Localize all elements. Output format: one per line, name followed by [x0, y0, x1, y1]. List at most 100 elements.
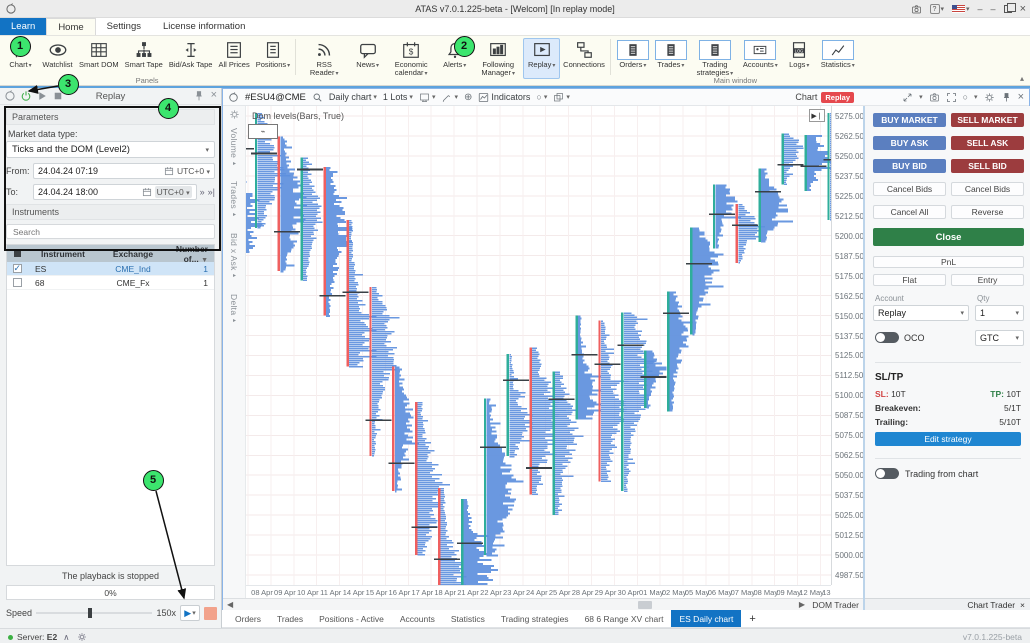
- ribbon-button[interactable]: All Prices: [215, 38, 252, 79]
- ribbon-button[interactable]: Statistics▾: [818, 38, 858, 79]
- sell-bid-button[interactable]: SELL BID: [951, 159, 1024, 173]
- circle-icon[interactable]: ○: [963, 92, 968, 102]
- entry-button[interactable]: Entry: [951, 274, 1024, 286]
- color-scheme-select[interactable]: ○▾: [536, 92, 547, 102]
- ribbon-button[interactable]: Orders▾: [614, 38, 652, 79]
- chevron-down-icon[interactable]: ▾: [919, 93, 923, 101]
- chevron-down-icon[interactable]: ▾: [974, 93, 978, 101]
- gear-icon[interactable]: [77, 632, 87, 642]
- ribbon-button[interactable]: Trading strategies▾: [690, 38, 740, 79]
- screenshot-icon[interactable]: [929, 92, 940, 103]
- ribbon-button[interactable]: Accounts▾: [740, 38, 781, 79]
- flat-button[interactable]: Flat: [873, 274, 946, 286]
- language-menu[interactable]: ▾: [952, 5, 970, 13]
- close-button[interactable]: ×: [1020, 3, 1026, 15]
- restore-button[interactable]: [1004, 5, 1012, 13]
- ribbon-button[interactable]: Watchlist: [39, 38, 76, 79]
- price-axis[interactable]: 5275.005262.505250.005237.505225.005212.…: [831, 106, 863, 585]
- minimize-button[interactable]: –: [991, 4, 996, 14]
- speed-slider-handle[interactable]: [88, 608, 92, 618]
- collapse-ribbon-chevron-icon[interactable]: ▴: [1020, 74, 1024, 83]
- bottom-tab[interactable]: 68 6 Range XV chart: [577, 610, 672, 627]
- study-label[interactable]: Dom levels(Bars, True): [252, 111, 344, 121]
- row-checkbox[interactable]: [13, 264, 22, 273]
- tif-select[interactable]: GTC▾: [975, 330, 1024, 346]
- gear-icon[interactable]: [229, 109, 240, 120]
- ribbon-button[interactable]: Smart DOM: [76, 38, 122, 79]
- help-menu[interactable]: ?▾: [930, 4, 945, 14]
- ribbon-button[interactable]: Logs▾: [781, 38, 818, 79]
- buy-bid-button[interactable]: BUY BID: [873, 159, 946, 173]
- cancel-all-button[interactable]: Cancel All: [873, 205, 946, 219]
- collapse-ribbon-button[interactable]: –: [978, 4, 983, 14]
- lots-select[interactable]: 1 Lots▾: [383, 92, 413, 102]
- close-tab-icon[interactable]: ×: [1020, 600, 1025, 610]
- buy-market-button[interactable]: BUY MARKET: [873, 113, 946, 127]
- chart-canvas[interactable]: Dom levels(Bars, True) ⌁ ▶❘: [246, 106, 831, 585]
- dom-trader-label[interactable]: DOM Trader: [812, 600, 859, 610]
- gear-icon[interactable]: [984, 92, 995, 103]
- bottom-tab[interactable]: Positions - Active: [311, 610, 392, 627]
- stop-icon[interactable]: [52, 90, 64, 102]
- play-icon[interactable]: [36, 90, 48, 102]
- edit-strategy-button[interactable]: Edit strategy: [875, 432, 1021, 446]
- screenshot-icon[interactable]: [911, 4, 922, 15]
- indicator-preview-box[interactable]: ⌁: [248, 124, 278, 139]
- cancel-bids-button[interactable]: Cancel Bids: [873, 182, 946, 196]
- chevron-up-icon[interactable]: ∧: [63, 632, 69, 643]
- resize-icon[interactable]: [902, 92, 913, 103]
- pin-icon[interactable]: [193, 90, 205, 102]
- playback-stop-button[interactable]: [204, 607, 217, 620]
- tp-value[interactable]: 10T: [1006, 389, 1021, 399]
- bottom-tab[interactable]: ES Daily chart: [671, 610, 741, 627]
- ribbon-tab[interactable]: License information: [152, 18, 256, 35]
- oco-toggle[interactable]: [875, 332, 899, 343]
- trading-from-chart-toggle[interactable]: [875, 468, 899, 479]
- bottom-tab[interactable]: +: [741, 610, 763, 627]
- bottom-tab[interactable]: Trades: [269, 610, 311, 627]
- pin-icon[interactable]: [1001, 92, 1012, 103]
- date-axis[interactable]: 08 Apr09 Apr10 Apr11 Apr14 Apr15 Apr16 A…: [246, 585, 831, 598]
- sl-value[interactable]: 10T: [891, 389, 906, 399]
- search-icon[interactable]: [312, 92, 323, 103]
- bottom-tab[interactable]: Statistics: [443, 610, 493, 627]
- reverse-button[interactable]: Reverse: [951, 205, 1024, 219]
- strip-panel-toggle[interactable]: Volume: [229, 128, 239, 167]
- table-row[interactable]: ES CME_Ind 1: [7, 262, 214, 276]
- ribbon-button[interactable]: Trades▾: [652, 38, 690, 79]
- select-all-checkbox[interactable]: [14, 250, 21, 257]
- drawing-tools-select[interactable]: ▾: [441, 92, 458, 103]
- trailing-value[interactable]: 5/10T: [999, 417, 1021, 427]
- ribbon-button[interactable]: Following Manager▾: [473, 38, 523, 79]
- chart-type-select[interactable]: ▾: [419, 92, 436, 103]
- zoom-icon[interactable]: ⊕: [464, 92, 472, 103]
- ribbon-button[interactable]: RSS Reader▾: [299, 38, 349, 79]
- pnl-button[interactable]: PnL: [873, 256, 1024, 268]
- cancel-bids-button-2[interactable]: Cancel Bids: [951, 182, 1024, 196]
- scroll-left-icon[interactable]: ◀: [227, 600, 233, 609]
- scroll-right-icon[interactable]: ▶: [799, 600, 805, 609]
- ribbon-button[interactable]: Smart Tape: [122, 38, 166, 79]
- playback-play-button[interactable]: ▶▾: [180, 605, 200, 621]
- ribbon-button[interactable]: Replay▾: [523, 38, 560, 79]
- chart-scrollbar[interactable]: ◀ ▶ DOM Trader: [223, 598, 863, 610]
- strip-panel-toggle[interactable]: Trades: [229, 181, 239, 218]
- ribbon-button[interactable]: Bid/Ask Tape: [166, 38, 216, 79]
- indicators-button[interactable]: Indicators: [478, 92, 530, 103]
- power-icon[interactable]: [20, 90, 32, 102]
- close-chart-icon[interactable]: ×: [1018, 91, 1024, 103]
- layout-select[interactable]: ▾: [553, 92, 570, 103]
- ribbon-button[interactable]: News▾: [349, 38, 386, 79]
- table-row[interactable]: 68 CME_Fx 1: [7, 276, 214, 290]
- ribbon-button[interactable]: Economic calendar▾: [386, 38, 436, 79]
- qty-select[interactable]: 1▾: [975, 305, 1024, 321]
- close-panel-icon[interactable]: ×: [211, 90, 217, 102]
- row-checkbox[interactable]: [13, 278, 22, 287]
- ribbon-tab[interactable]: Home: [46, 18, 95, 35]
- fullscreen-icon[interactable]: [946, 92, 957, 103]
- timeframe-select[interactable]: Daily chart▾: [329, 92, 377, 102]
- ribbon-button[interactable]: Chart▾: [2, 38, 39, 79]
- close-button[interactable]: Close: [873, 228, 1024, 246]
- strip-panel-toggle[interactable]: Bid x Ask: [229, 233, 239, 280]
- bottom-tab[interactable]: Orders: [227, 610, 269, 627]
